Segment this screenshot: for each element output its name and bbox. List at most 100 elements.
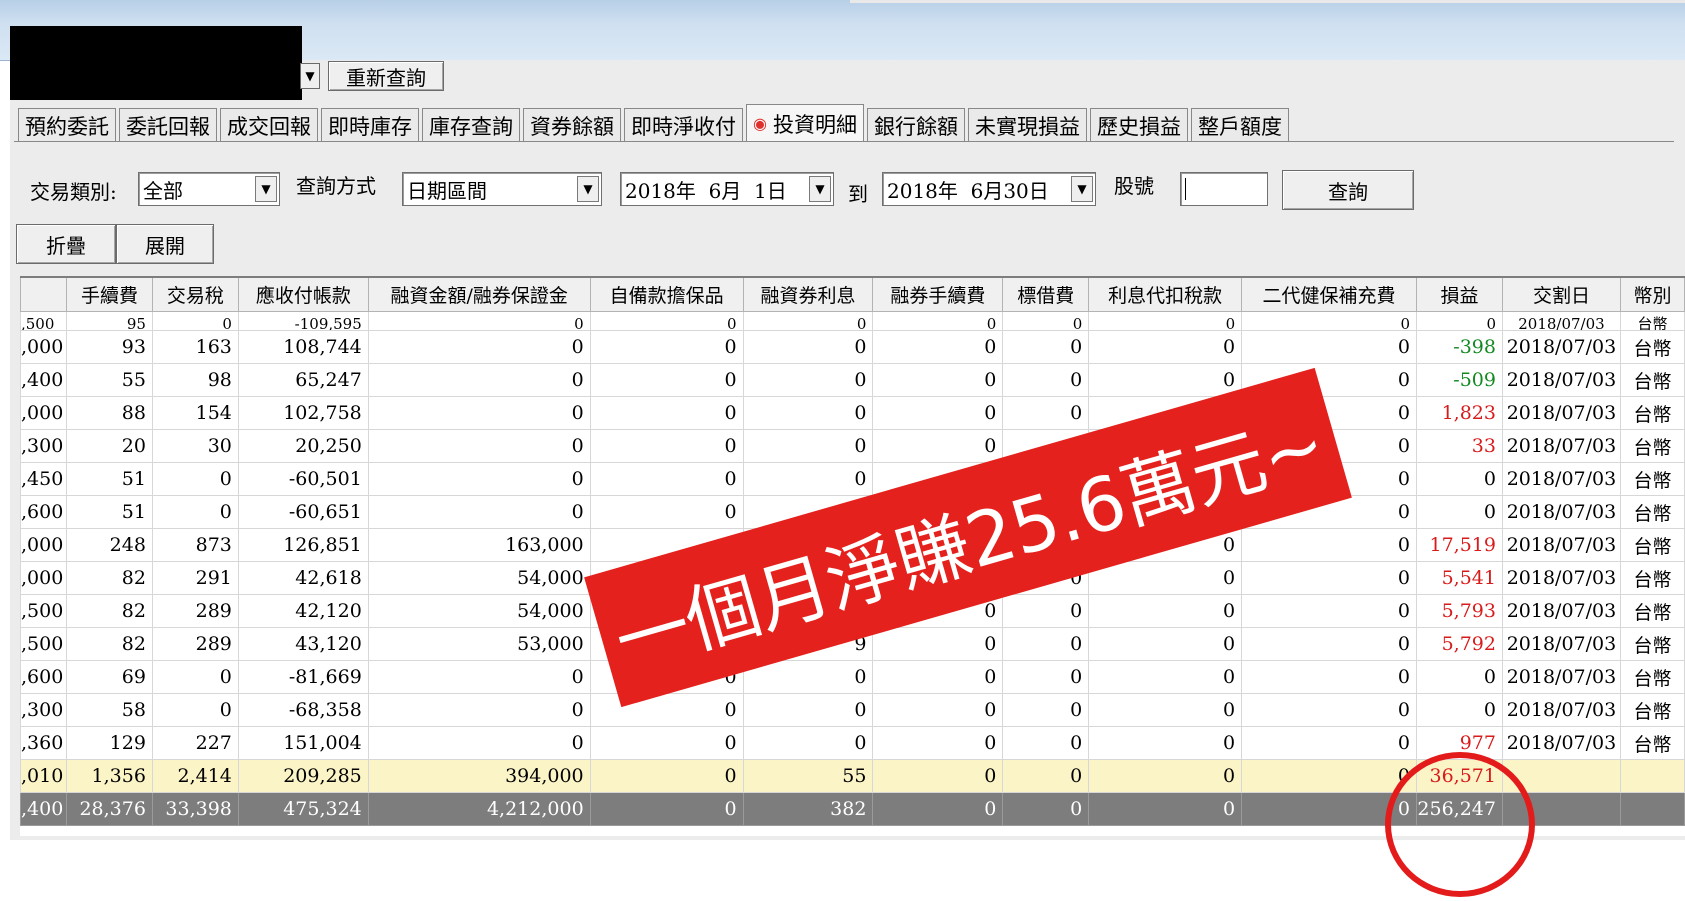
table-cell: 151,004: [237, 726, 369, 760]
table-row[interactable]: ,300 58 0 -68,358 0 0 0 0 0 0 0 0 2018/07/03 台幣: [20, 693, 1685, 727]
table-row[interactable]: ,000 93 163 108,744 0 0 0 0 0 0 0 -398 2018/07/03 台幣: [20, 330, 1685, 364]
table-cell: ,360: [20, 726, 67, 760]
tab-label: 未實現損益: [974, 114, 1080, 139]
table-cell: 台幣: [1619, 693, 1685, 727]
table-cell: 0: [1002, 726, 1090, 760]
chevron-down-icon[interactable]: ▼: [1071, 176, 1093, 202]
column-header[interactable]: 應收付帳款: [237, 276, 369, 312]
table-cell: 42,618: [237, 561, 369, 595]
text-cursor: [1185, 178, 1186, 200]
tab-historical-pnl[interactable]: 歷史損益: [1089, 108, 1188, 142]
table-cell: 2018/07/03: [1501, 561, 1621, 595]
tab-margin-balance[interactable]: 資券餘額: [523, 108, 621, 142]
column-header[interactable]: 交割日: [1501, 276, 1621, 312]
table-cell: ,500: [20, 311, 67, 331]
table-cell: 0: [1241, 759, 1417, 793]
date-to-value: 2018年 6月30日: [887, 178, 1049, 203]
table-cell: 0: [589, 495, 744, 529]
tab-inventory-query[interactable]: 庫存查詢: [422, 108, 520, 142]
titlebar-line: [850, 0, 1685, 3]
table-cell: 54,000: [367, 561, 591, 595]
table-cell: 95: [65, 311, 153, 331]
column-header[interactable]: 自備款擔保品: [589, 276, 744, 312]
column-header[interactable]: 二代健保補充費: [1241, 276, 1417, 312]
table-cell: 0: [589, 311, 744, 331]
requery-button[interactable]: 重新查詢: [328, 61, 444, 91]
table-cell: 2,414: [151, 759, 239, 793]
table-cell: -398: [1416, 330, 1503, 364]
query-mode-select[interactable]: 日期區間 ▼: [402, 172, 602, 206]
table-cell: ,000: [20, 396, 67, 430]
column-header[interactable]: 融資金額/融券保證金: [367, 276, 591, 312]
table-cell: 0: [1088, 594, 1243, 628]
column-header[interactable]: 手續費: [65, 276, 153, 312]
table-cell: 0: [367, 660, 591, 694]
table-cell: 0: [1088, 330, 1243, 364]
table-cell: 0: [1416, 462, 1503, 496]
table-row[interactable]: ,500 95 0 -109,595 0 0 0 0 0 0 0 0 2018/07/03 台幣: [20, 311, 1685, 331]
column-header[interactable]: 融資券利息: [742, 276, 874, 312]
table-row[interactable]: ,00088154102,75800000001,8232018/07/03台幣: [20, 396, 1685, 430]
collapse-button[interactable]: 折疊: [16, 224, 116, 264]
date-to-picker[interactable]: 2018年 6月30日 ▼: [882, 172, 1096, 206]
table-cell: 291: [151, 561, 239, 595]
table-cell: 0: [742, 726, 874, 760]
tab-label: 委託回報: [126, 114, 210, 139]
tab-reservation-order[interactable]: 預約委託: [18, 108, 116, 142]
tab-account-limit[interactable]: 整戶額度: [1190, 108, 1289, 142]
column-header[interactable]: 融券手續費: [872, 276, 1004, 312]
column-header[interactable]: 交易稅: [151, 276, 239, 312]
table-cell: -60,501: [237, 462, 369, 496]
table-cell: 0: [1002, 594, 1090, 628]
table-row[interactable]: ,360 129 227 151,004 0 0 0 0 0 0 0 977 2018/07/03 台幣: [20, 726, 1685, 760]
table-row[interactable]: ,400 55 98 65,247 0 0 0 0 0 0 0 -509 2018/07/03 台幣: [20, 363, 1685, 397]
column-header[interactable]: 幣別: [1619, 276, 1685, 312]
table-cell: 0: [367, 726, 591, 760]
tab-bank-balance[interactable]: 銀行餘額: [866, 108, 965, 142]
account-dropdown-arrow-icon[interactable]: ▼: [300, 63, 320, 89]
table-row[interactable]: ,300203020,2500000000332018/07/03台幣: [20, 429, 1685, 463]
column-header[interactable]: 利息代扣稅款: [1088, 276, 1243, 312]
expand-button[interactable]: 展開: [116, 224, 214, 264]
table-cell: 0: [589, 429, 744, 463]
table-row[interactable]: ,450510-60,501000000002018/07/03台幣: [20, 462, 1685, 496]
tab-unrealized-pnl[interactable]: 未實現損益: [967, 108, 1087, 142]
table-cell: 台幣: [1619, 627, 1685, 661]
table-cell: ,500: [20, 627, 67, 661]
table-cell: 0: [589, 363, 744, 397]
date-from-picker[interactable]: 2018年 6月 1日 ▼: [620, 172, 834, 206]
table-cell: 0: [151, 693, 239, 727]
column-header[interactable]: 標借費: [1002, 276, 1090, 312]
table-cell: 98: [151, 363, 239, 397]
table-cell: 2018/07/03: [1501, 311, 1621, 331]
chevron-down-icon[interactable]: ▼: [255, 176, 277, 202]
table-cell: 0: [872, 627, 1004, 661]
chevron-down-icon[interactable]: ▼: [809, 176, 831, 202]
table-cell: 0: [872, 363, 1004, 397]
table-cell: 0: [872, 726, 1004, 760]
tab-investment-details[interactable]: ◉ 投資明細: [746, 104, 864, 142]
table-cell: 台幣: [1619, 528, 1685, 562]
tab-realtime-inventory[interactable]: 即時庫存: [321, 108, 419, 142]
stock-code-input[interactable]: [1180, 172, 1268, 206]
table-cell: 0: [1416, 693, 1503, 727]
chevron-down-icon[interactable]: ▼: [577, 176, 599, 202]
tab-realtime-net-settlement[interactable]: 即時淨收付: [624, 108, 743, 142]
table-cell: 0: [1241, 528, 1417, 562]
table-cell: 2018/07/03: [1501, 693, 1621, 727]
table-row[interactable]: ,600 69 0 -81,669 0 0 0 0 0 0 0 0 2018/07/03 台幣: [20, 660, 1685, 694]
table-cell: 0: [367, 330, 591, 364]
table-cell: -109,595: [237, 311, 369, 331]
column-header[interactable]: [20, 276, 67, 312]
table-cell: 475,324: [237, 792, 369, 826]
table-cell: 58: [65, 693, 153, 727]
tab-deal-report[interactable]: 成交回報: [220, 108, 318, 142]
table-cell: -81,669: [237, 660, 369, 694]
table-cell: ,300: [20, 693, 67, 727]
tab-order-report[interactable]: 委託回報: [119, 108, 217, 142]
table-cell: 0: [367, 363, 591, 397]
column-header[interactable]: 損益: [1416, 276, 1503, 312]
query-button[interactable]: 查詢: [1282, 170, 1414, 210]
trade-type-select[interactable]: 全部 ▼: [138, 172, 280, 206]
table-cell: -60,651: [237, 495, 369, 529]
